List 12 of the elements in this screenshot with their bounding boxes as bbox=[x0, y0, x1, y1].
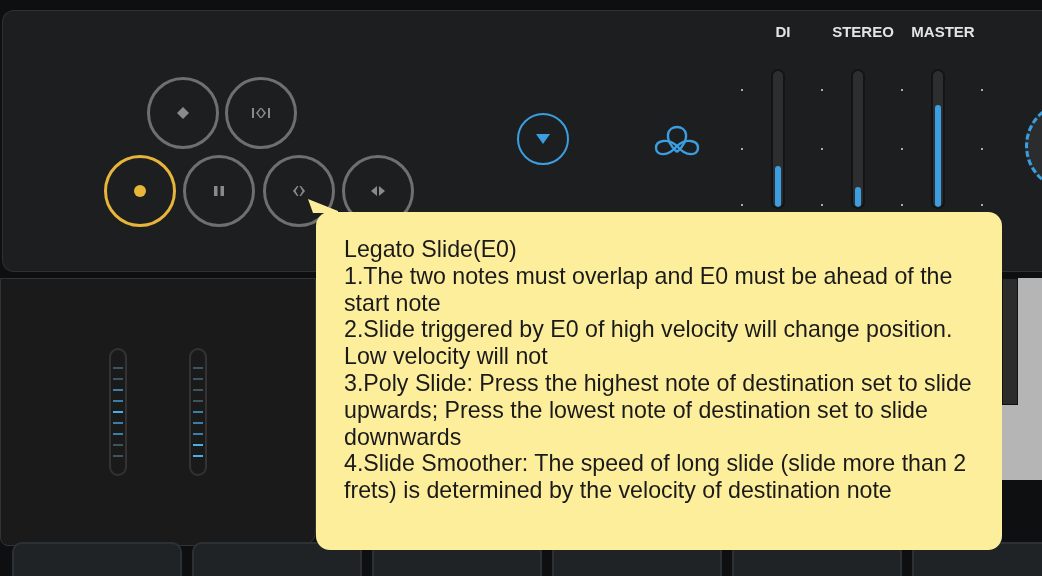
meter-label: STEREO bbox=[831, 23, 895, 40]
meter-label: DI bbox=[774, 23, 792, 40]
tooltip-text: 2.Slide triggered by E0 of high velocity will change position. Low velocity will not bbox=[344, 316, 954, 370]
tooltip-title: Legato Slide(E0) bbox=[344, 236, 518, 263]
tooltip-text: 3.Poly Slide: Press the highest note of destination set to slide upwards; Press the lowest note of destination set to slide downwards bbox=[344, 370, 973, 451]
tooltip-text: 1.The two notes must overlap and E0 must be ahead of the start note bbox=[344, 262, 954, 317]
meter-label: MASTER bbox=[910, 23, 976, 40]
tooltip-text: 4.Slide Smoother: The speed of long slide (slide more than 2 frets) is determined by the velocity of destination note bbox=[344, 450, 968, 504]
drum-pad[interactable] bbox=[192, 542, 362, 576]
triangle-icon bbox=[536, 134, 550, 144]
dropdown-button[interactable] bbox=[517, 113, 569, 165]
transport-button[interactable] bbox=[104, 155, 176, 227]
